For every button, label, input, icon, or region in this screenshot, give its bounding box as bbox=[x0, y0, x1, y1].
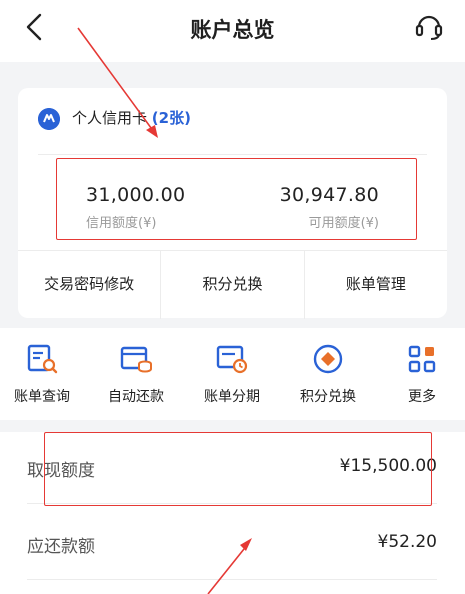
bill-search-icon bbox=[27, 344, 58, 374]
card-title: 个人信用卡 (2张) bbox=[72, 109, 191, 127]
divider bbox=[27, 503, 437, 504]
grid-icon bbox=[408, 345, 436, 373]
divider bbox=[27, 579, 437, 580]
points-exchange-button[interactable]: 积分兑换 bbox=[161, 251, 305, 319]
credit-card-panel: 个人信用卡 (2张) 31,000.00 信用额度(¥) 30,947.80 可… bbox=[18, 88, 447, 319]
installment-icon bbox=[216, 345, 248, 374]
quick-action-label: 更多 bbox=[408, 389, 436, 405]
amount-due-value: ¥52.20 bbox=[377, 532, 437, 552]
card-brand-icon bbox=[38, 108, 60, 130]
cash-limit-label: 取现额度 bbox=[27, 461, 95, 481]
list-item-cash-limit[interactable]: 取现额度 ¥15,500.00 bbox=[0, 432, 465, 504]
page-title: 账户总览 bbox=[190, 18, 275, 42]
quick-action-auto-repay[interactable]: 自动还款 bbox=[90, 342, 182, 406]
account-summary-list: 取现额度 ¥15,500.00 应还款额 ¥52.20 bbox=[0, 432, 465, 594]
credit-limit: 31,000.00 信用额度(¥) bbox=[86, 184, 185, 231]
list-item-amount-due[interactable]: 应还款额 ¥52.20 bbox=[0, 508, 465, 580]
quick-action-installment[interactable]: 账单分期 bbox=[186, 342, 278, 406]
available-limit: 30,947.80 可用额度(¥) bbox=[280, 184, 379, 231]
change-trade-password-button[interactable]: 交易密码修改 bbox=[18, 251, 162, 319]
quick-action-label: 积分兑换 bbox=[300, 389, 356, 405]
quick-action-bill-search[interactable]: 账单查询 bbox=[0, 342, 88, 406]
available-limit-value: 30,947.80 bbox=[279, 184, 379, 206]
credit-limit-label: 信用额度(¥) bbox=[86, 216, 157, 231]
points-icon bbox=[313, 344, 343, 374]
top-bar: 账户总览 bbox=[0, 0, 465, 62]
available-limit-label: 可用额度(¥) bbox=[308, 216, 379, 231]
quick-action-more[interactable]: 更多 bbox=[376, 342, 465, 406]
auto-repay-icon bbox=[120, 346, 152, 373]
cash-limit-value: ¥15,500.00 bbox=[339, 456, 437, 476]
headset-icon[interactable] bbox=[414, 10, 444, 42]
divider bbox=[38, 154, 427, 155]
credit-limit-value: 31,000.00 bbox=[86, 184, 186, 206]
bill-management-button[interactable]: 账单管理 bbox=[305, 251, 447, 319]
quick-action-points[interactable]: 积分兑换 bbox=[282, 342, 374, 406]
card-actions: 交易密码修改 积分兑换 账单管理 bbox=[18, 250, 447, 319]
quick-action-label: 账单查询 bbox=[14, 389, 70, 405]
card-count: (2张) bbox=[151, 109, 191, 127]
amount-due-label: 应还款额 bbox=[27, 537, 95, 557]
quick-action-label: 自动还款 bbox=[108, 389, 164, 405]
quick-action-label: 账单分期 bbox=[204, 389, 260, 405]
quick-actions: 账单查询 自动还款 账单分期 积分兑换 更多 bbox=[0, 328, 465, 420]
